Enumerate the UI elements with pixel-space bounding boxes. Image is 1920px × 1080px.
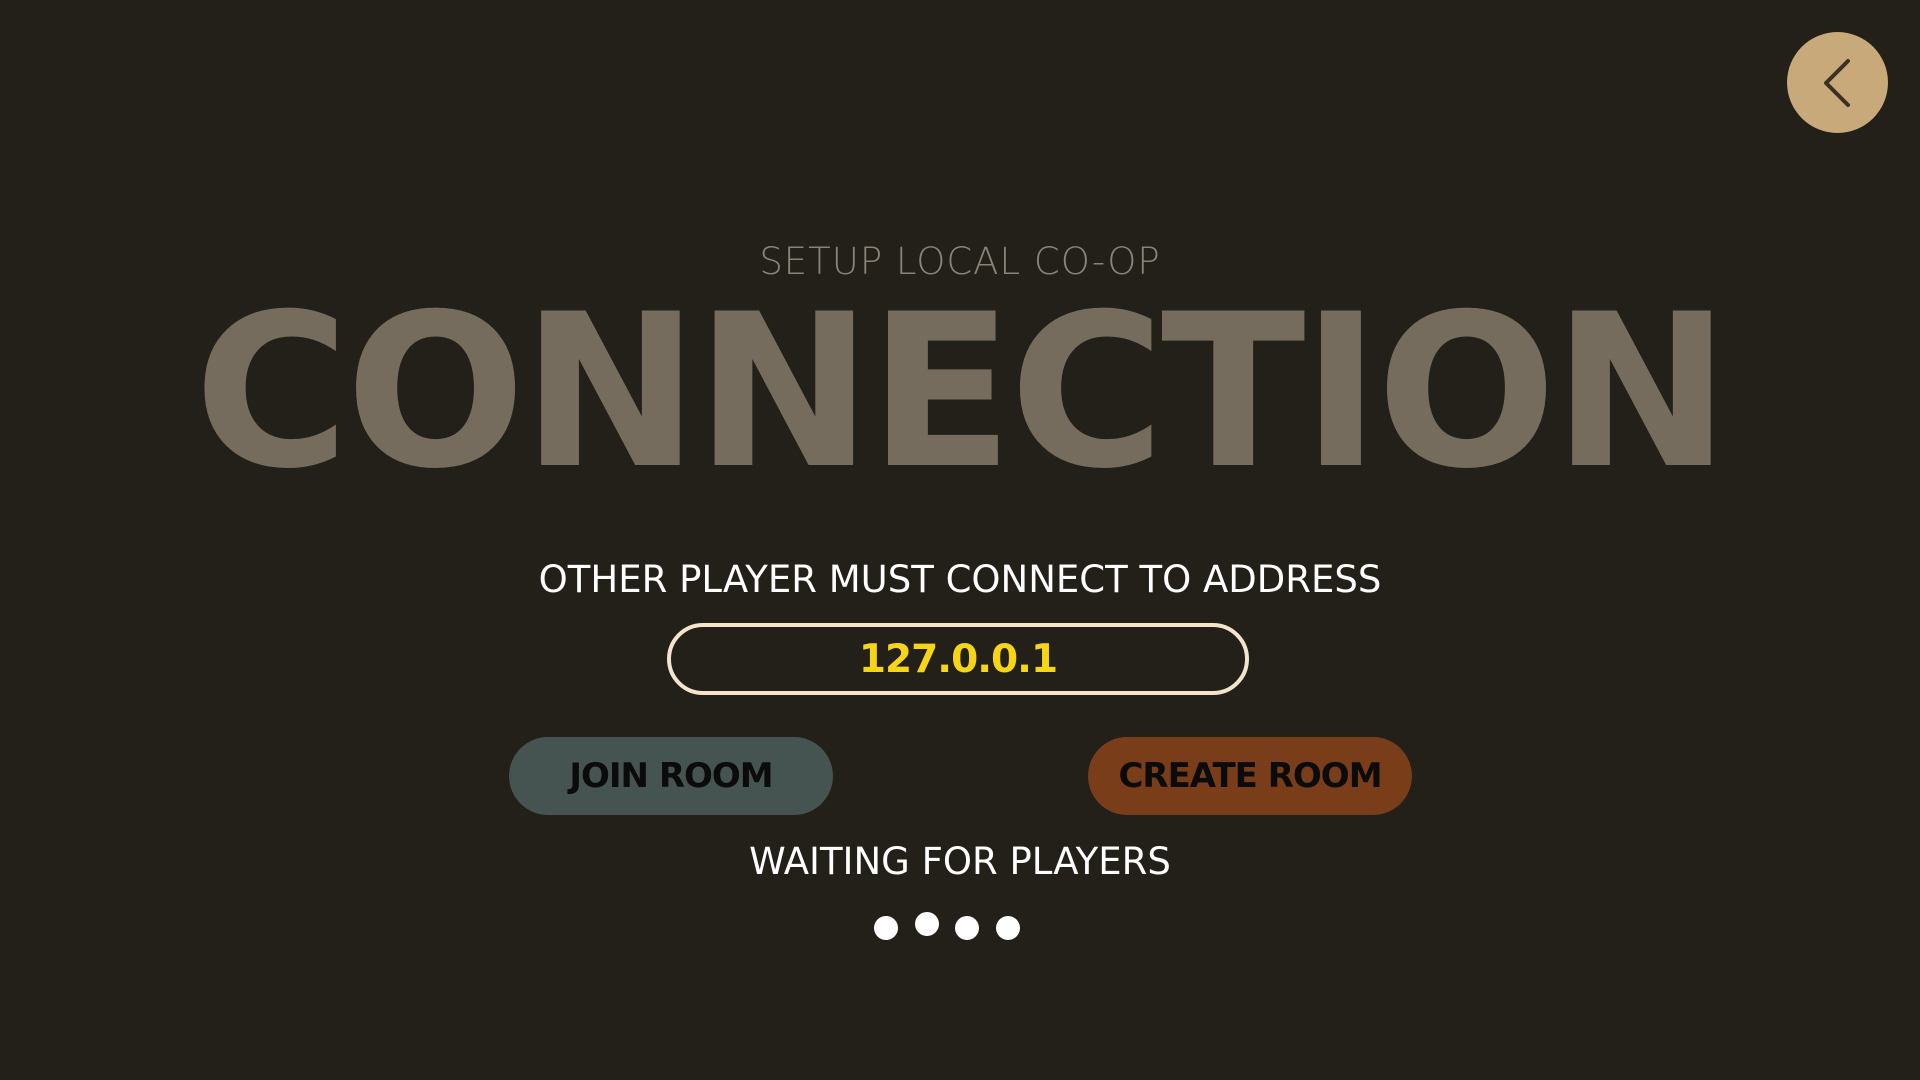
loading-dot [955, 916, 979, 940]
waiting-status: WAITING FOR PLAYERS [749, 840, 1171, 883]
join-room-button[interactable]: JOIN ROOM [509, 737, 833, 815]
loading-dot [874, 916, 898, 940]
connection-screen: SETUP LOCAL CO-OP CONNECTION OTHER PLAYE… [0, 0, 1920, 1080]
create-room-button[interactable]: CREATE ROOM [1088, 737, 1412, 815]
back-button[interactable] [1787, 32, 1888, 133]
page-title: CONNECTION [193, 268, 1730, 515]
connect-instruction: OTHER PLAYER MUST CONNECT TO ADDRESS [538, 558, 1382, 601]
address-field[interactable]: 127.0.0.1 [667, 623, 1249, 695]
loading-dot [915, 912, 939, 936]
address-value: 127.0.0.1 [858, 636, 1058, 682]
chevron-left-icon [1823, 58, 1850, 107]
join-room-label: JOIN ROOM [569, 756, 773, 796]
loading-dot [996, 916, 1020, 940]
create-room-label: CREATE ROOM [1118, 756, 1382, 796]
